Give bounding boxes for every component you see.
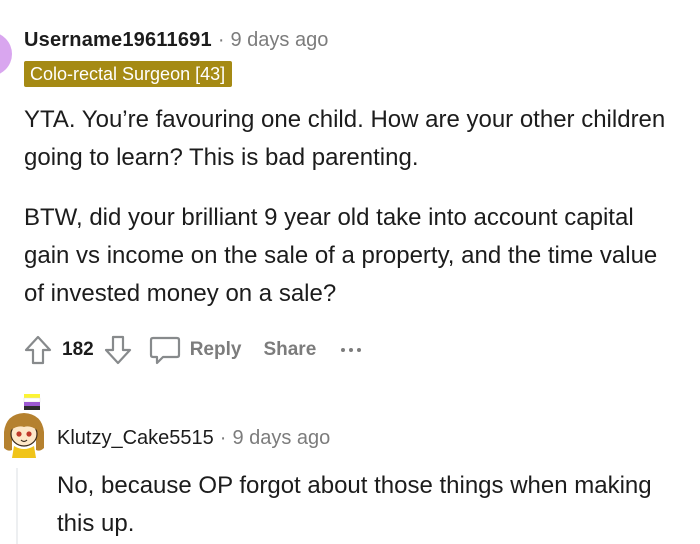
vote-score: 182 [62, 339, 94, 360]
reply-meta: Klutzy_Cake5515 · 9 days ago [57, 426, 330, 450]
comment-action-bar: 182 Reply Share [20, 332, 366, 368]
ellipsis-icon [349, 348, 354, 352]
reply-button[interactable]: Reply [148, 333, 242, 367]
comment-meta: Username19611691 · 9 days ago [24, 28, 328, 52]
timestamp[interactable]: 9 days ago [230, 29, 328, 51]
username-link[interactable]: Klutzy_Cake5515 [57, 427, 214, 449]
snoo-avatar-icon [4, 394, 44, 458]
reply-label: Reply [189, 339, 242, 360]
ellipsis-icon [357, 348, 362, 352]
comment-thread: Username19611691 · 9 days ago Colo-rectal … [0, 0, 700, 544]
more-options-button[interactable] [336, 340, 366, 360]
avatar[interactable] [0, 394, 48, 458]
user-flair: Colo-rectal Surgeon [43] [24, 61, 233, 87]
avatar[interactable] [0, 32, 12, 76]
upvote-button[interactable] [20, 332, 56, 368]
downvote-button[interactable] [100, 332, 136, 368]
comment-paragraph: BTW, did your brilliant 9 year old take … [24, 204, 658, 307]
reply-paragraph: No, because OP forgot about those things… [57, 472, 652, 537]
meta-separator: · [219, 427, 227, 449]
comment-paragraph: YTA. You’re favouring one child. How are… [24, 106, 666, 171]
timestamp[interactable]: 9 days ago [232, 427, 330, 449]
share-button[interactable]: Share [263, 339, 316, 361]
speech-bubble-icon [149, 336, 180, 365]
thread-line[interactable] [16, 468, 18, 544]
ellipsis-icon [341, 348, 346, 352]
arrow-up-icon [24, 335, 52, 365]
arrow-down-icon [104, 335, 131, 365]
username-link[interactable]: Username19611691 [24, 29, 212, 51]
meta-separator: · [217, 29, 225, 51]
